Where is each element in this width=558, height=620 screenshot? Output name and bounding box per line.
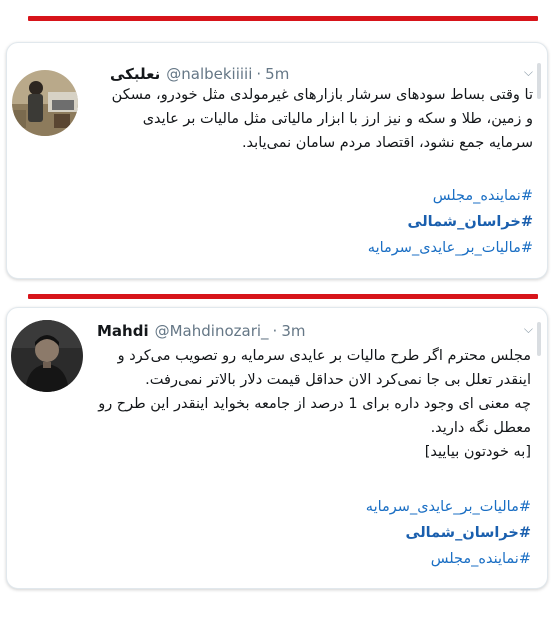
tweet-paragraph: چه معنی ای وجود داره برای 1 درصد از جامع…: [98, 396, 531, 436]
scrollbar[interactable]: [537, 322, 541, 356]
separator-dot: ·: [256, 65, 262, 83]
separator-dot: ·: [272, 322, 278, 340]
tweet-paragraph: [به خودتون بیایید]: [424, 444, 531, 460]
tweet-paragraph: مجلس محترم اگر طرح مالیات بر عایدی سرمای…: [117, 348, 531, 388]
avatar-photo-icon: [12, 70, 78, 136]
avatar[interactable]: [12, 70, 78, 136]
hashtag-link[interactable]: #نماینده_مجلس: [97, 546, 531, 572]
hashtag-list: #نماینده_مجلس #خراسان_شمالی #مالیات_بر_ع…: [110, 183, 533, 261]
hashtag-list: #مالیات_بر_عایدی_سرمایه #خراسان_شمالی #ن…: [97, 494, 531, 572]
avatar[interactable]: [11, 320, 83, 392]
handle[interactable]: @nalbekiiiii: [166, 65, 252, 83]
tweet-card-1[interactable]: نعلبکی @nalbekiiiii · 5m ⌵ تا وقتی بساط سود…: [6, 42, 548, 279]
display-name[interactable]: Mahdi: [97, 322, 149, 340]
tweet-header: Mahdi @Mahdinozari_ · 3m: [97, 322, 305, 340]
hashtag-link[interactable]: #مالیات_بر_عایدی_سرمایه: [97, 494, 531, 520]
tweet-text: مجلس محترم اگر طرح مالیات بر عایدی سرمای…: [97, 344, 531, 464]
tweet-header: نعلبکی @nalbekiiiii · 5m: [110, 65, 289, 83]
avatar-photo-icon: [11, 320, 83, 392]
timestamp[interactable]: 3m: [281, 322, 305, 340]
hashtag-link[interactable]: #مالیات_بر_عایدی_سرمایه: [110, 235, 533, 261]
display-name[interactable]: نعلبکی: [110, 65, 160, 83]
scrollbar[interactable]: [537, 63, 541, 99]
tweet-text: تا وقتی بساط سودهای سرشار بازارهای غیرمو…: [111, 87, 533, 151]
divider-top: [28, 16, 538, 21]
chevron-down-icon[interactable]: ⌵: [524, 65, 533, 80]
hashtag-link[interactable]: #نماینده_مجلس: [110, 183, 533, 209]
tweet-card-2[interactable]: Mahdi @Mahdinozari_ · 3m ⌵ مجلس محترم اگر ط…: [6, 307, 548, 589]
handle[interactable]: @Mahdinozari_: [155, 322, 269, 340]
hashtag-link[interactable]: #خراسان_شمالی: [110, 209, 533, 235]
timestamp[interactable]: 5m: [265, 65, 289, 83]
hashtag-link[interactable]: #خراسان_شمالی: [97, 520, 531, 546]
divider-middle: [28, 294, 538, 299]
chevron-down-icon[interactable]: ⌵: [524, 322, 533, 337]
